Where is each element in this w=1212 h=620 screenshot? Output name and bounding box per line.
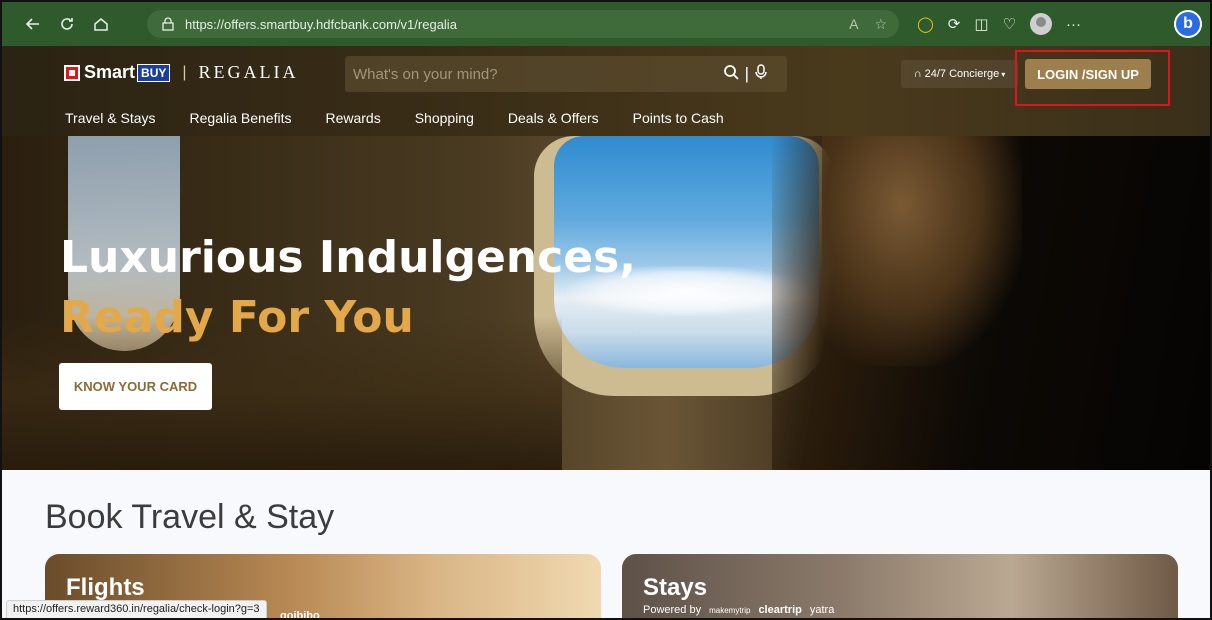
browser-toolbar: https://offers.smartbuy.hdfcbank.com/v1/… (2, 2, 1210, 46)
nav-shopping[interactable]: Shopping (415, 110, 474, 126)
book-travel-section: Book Travel & Stay Flights goibibo Stays… (2, 470, 1210, 620)
microphone-icon[interactable] (755, 63, 767, 85)
hero-title: Luxurious Indulgences, Ready For You (60, 228, 636, 348)
logo-regalia-text: REGALIA (198, 62, 299, 82)
search-icon[interactable] (723, 64, 739, 85)
hero-title-line1: Luxurious Indulgences, (60, 232, 636, 283)
chevron-down-icon: ▾ (1001, 69, 1006, 79)
favorites-icon[interactable]: ♡ (1003, 15, 1016, 33)
nav-regalia-benefits[interactable]: Regalia Benefits (190, 110, 292, 126)
nav-travel-stays[interactable]: Travel & Stays (65, 110, 156, 126)
cleartrip-logo: cleartrip (758, 604, 802, 616)
nav-rewards[interactable]: Rewards (325, 110, 380, 126)
address-bar[interactable]: https://offers.smartbuy.hdfcbank.com/v1/… (147, 10, 899, 38)
flights-card-title: Flights (66, 574, 145, 601)
headset-icon: ∩ (913, 68, 922, 80)
logo-buy-text: BUY (137, 63, 171, 82)
read-aloud-icon[interactable]: A (849, 16, 858, 33)
hero-person-hair (822, 136, 1022, 366)
address-url: https://offers.smartbuy.hdfcbank.com/v1/… (185, 16, 457, 32)
browser-window: https://offers.smartbuy.hdfcbank.com/v1/… (0, 0, 1212, 620)
nav-points-to-cash[interactable]: Points to Cash (633, 110, 724, 126)
section-title: Book Travel & Stay (45, 498, 335, 536)
bing-icon[interactable]: b (1174, 10, 1202, 38)
site-header: Smart BUY | REGALIA What's on your mind?… (2, 46, 1210, 136)
powered-by-row: Powered by makemytrip cleartrip yatra (643, 604, 834, 616)
favorite-star-icon[interactable]: ☆ (874, 16, 887, 33)
home-icon[interactable] (84, 8, 118, 40)
lock-icon (161, 17, 175, 31)
powered-by-label: Powered by (643, 604, 702, 616)
extension-ring-icon[interactable]: ◯ (917, 15, 934, 33)
concierge-label: 24/7 Concierge (924, 68, 1000, 80)
search-bar[interactable]: What's on your mind? | (345, 56, 787, 92)
split-screen-icon[interactable]: ◫ (974, 15, 988, 33)
search-divider: | (744, 64, 749, 83)
concierge-dropdown[interactable]: ∩ 24/7 Concierge ▾ (901, 60, 1018, 88)
hdfc-logo-icon (64, 64, 80, 81)
smartbuy-logo[interactable]: Smart BUY | REGALIA (64, 62, 299, 83)
hero-title-line2: Ready For You (60, 292, 414, 343)
refresh-icon[interactable] (50, 8, 84, 40)
status-bar-url: https://offers.reward360.in/regalia/chec… (6, 600, 267, 618)
logo-divider: | (182, 63, 187, 81)
nav-deals-offers[interactable]: Deals & Offers (508, 110, 599, 126)
search-input[interactable]: What's on your mind? (353, 66, 498, 83)
yatra-logo: yatra (809, 604, 835, 616)
know-your-card-button[interactable]: KNOW YOUR CARD (59, 363, 212, 410)
back-icon[interactable] (16, 8, 50, 40)
more-menu-icon[interactable]: ··· (1066, 16, 1081, 33)
makemytrip-logo: makemytrip (709, 605, 751, 615)
goibibo-logo: goibibo (280, 610, 320, 620)
stays-card-title: Stays (643, 574, 708, 601)
stays-card[interactable]: Stays Powered by makemytrip cleartrip ya… (622, 554, 1178, 618)
hero-banner: Luxurious Indulgences, Ready For You KNO… (2, 136, 1210, 470)
profile-avatar[interactable] (1030, 13, 1053, 35)
extensions-icon[interactable]: ⟳ (948, 15, 961, 33)
main-nav: Travel & Stays Regalia Benefits Rewards … (65, 110, 758, 126)
logo-smart-text: Smart (84, 62, 136, 82)
highlight-box (1015, 50, 1170, 106)
